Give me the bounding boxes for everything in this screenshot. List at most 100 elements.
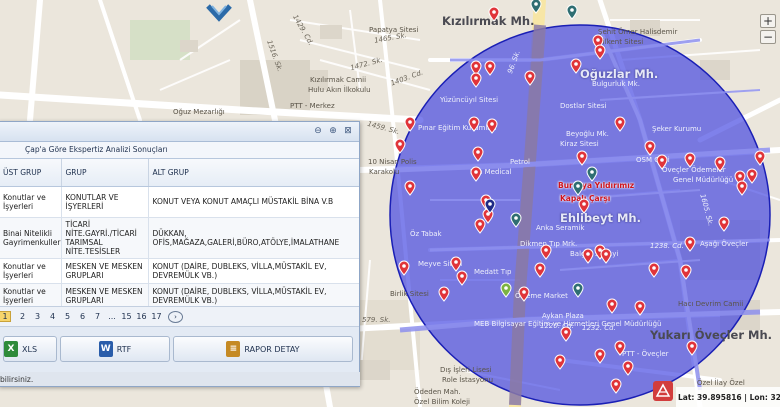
map-marker-icon[interactable] <box>578 198 590 214</box>
map-marker-icon[interactable] <box>468 116 480 132</box>
measure-tool-icon[interactable] <box>652 380 674 402</box>
cell-grup: KONUTLAR VE İŞYERLERİ <box>61 186 149 218</box>
map-marker-icon[interactable] <box>572 180 584 196</box>
map-marker-icon[interactable] <box>648 262 660 278</box>
page-17[interactable]: 17 <box>149 312 164 321</box>
map-marker-icon[interactable] <box>686 340 698 356</box>
report-detail-label: RAPOR DETAY <box>244 344 300 354</box>
map-marker-icon[interactable] <box>484 60 496 76</box>
map-marker-icon[interactable] <box>560 326 572 342</box>
next-page-icon[interactable]: › <box>168 310 183 323</box>
map-marker-icon[interactable] <box>510 212 522 228</box>
analysis-radius-circle <box>389 24 771 406</box>
map-marker-icon[interactable] <box>530 0 542 14</box>
page-7[interactable]: 7 <box>90 312 105 321</box>
map-marker-icon[interactable] <box>594 44 606 60</box>
coordinate-readout: Lat: 39.895816 | Lon: 32.120012 <box>676 387 780 407</box>
column-header-ust-grup[interactable]: ÜST GRUP <box>0 159 62 187</box>
zoom-out-button[interactable]: − <box>760 30 776 44</box>
export-rtf-button[interactable]: W RTF <box>60 336 170 362</box>
map-marker-icon[interactable] <box>540 244 552 260</box>
results-table-wrapper[interactable]: ÜST GRUP GRUP ALT GRUP Konutlar ve İşyer… <box>0 159 359 306</box>
column-header-alt-grup[interactable]: ALT GRUP <box>148 159 359 187</box>
map-marker-icon[interactable] <box>398 260 410 276</box>
map-zoom-control: + − <box>760 14 778 46</box>
map-marker-icon[interactable] <box>754 150 766 166</box>
zoom-in-button[interactable]: + <box>760 14 776 28</box>
map-marker-icon[interactable] <box>614 340 626 356</box>
map-marker-icon[interactable] <box>566 4 578 20</box>
map-marker-icon[interactable] <box>456 270 468 286</box>
map-marker-icon[interactable] <box>606 298 618 314</box>
map-marker-icon[interactable] <box>610 378 622 394</box>
page-6[interactable]: 6 <box>75 312 90 321</box>
table-row[interactable]: Konutlar ve İşyerleri MESKEN VE MESKEN G… <box>0 258 359 284</box>
table-row[interactable]: Konutlar ve İşyerleri KONUTLAR VE İŞYERL… <box>0 186 359 218</box>
table-row[interactable]: Konutlar ve İşyerleri MESKEN VE MESKEN G… <box>0 283 359 306</box>
map-marker-icon[interactable] <box>486 118 498 134</box>
cell-ust-grup: Konutlar ve İşyerleri <box>0 283 62 306</box>
map-marker-icon[interactable] <box>470 72 482 88</box>
map-marker-icon[interactable] <box>438 286 450 302</box>
analysis-results-panel: ⊖ ⊕ ⊠ Çap'a Göre Ekspertiz Analizi Sonuç… <box>0 121 360 387</box>
close-icon[interactable]: ⊠ <box>343 126 353 136</box>
map-marker-icon[interactable] <box>534 262 546 278</box>
map-marker-icon[interactable] <box>680 264 692 280</box>
page-2[interactable]: 2 <box>15 312 30 321</box>
map-marker-icon[interactable] <box>656 154 668 170</box>
word-icon: W <box>98 341 113 357</box>
map-marker-icon[interactable] <box>718 216 730 232</box>
cell-alt-grup: KONUT (DAİRE, DUBLEKS, VİLLA,MÜSTAKİL EV… <box>148 258 359 284</box>
map-marker-icon[interactable] <box>404 180 416 196</box>
map-marker-icon[interactable] <box>472 146 484 162</box>
map-marker-icon[interactable] <box>500 282 512 298</box>
report-icon: ≡ <box>226 341 241 357</box>
panel-titlebar[interactable]: ⊖ ⊕ ⊠ <box>0 122 359 142</box>
page-15[interactable]: 15 <box>119 312 134 321</box>
cell-grup: MESKEN VE MESKEN GRUPLARI <box>61 283 149 306</box>
panel-title: Çap'a Göre Ekspertiz Analizi Sonuçları <box>0 142 359 159</box>
map-marker-icon[interactable] <box>582 248 594 264</box>
pin-icon[interactable]: ⊕ <box>328 126 338 136</box>
cell-ust-grup: Konutlar ve İşyerleri <box>0 258 62 284</box>
map-marker-icon[interactable] <box>518 286 530 302</box>
export-xls-button[interactable]: X XLS <box>3 336 57 362</box>
map-marker-icon[interactable] <box>576 150 588 166</box>
map-marker-icon[interactable] <box>684 152 696 168</box>
map-marker-icon[interactable] <box>600 248 612 264</box>
map-marker-icon[interactable] <box>684 236 696 252</box>
results-table: ÜST GRUP GRUP ALT GRUP Konutlar ve İşyer… <box>0 159 359 306</box>
report-detail-button[interactable]: ≡ RAPOR DETAY <box>173 336 353 362</box>
map-marker-icon[interactable] <box>586 166 598 182</box>
map-marker-icon[interactable] <box>474 218 486 234</box>
table-row[interactable]: Binai Nitelikli Gayrimenkuller TİCARİ Nİ… <box>0 217 359 259</box>
map-marker-icon[interactable] <box>554 354 566 370</box>
map-marker-icon[interactable] <box>622 360 634 376</box>
map-marker-icon[interactable] <box>614 116 626 132</box>
export-rtf-label: RTF <box>116 344 132 354</box>
excel-icon: X <box>4 341 18 357</box>
map-marker-icon[interactable] <box>484 198 496 214</box>
map-marker-icon[interactable] <box>572 282 584 298</box>
page-4[interactable]: 4 <box>45 312 60 321</box>
map-marker-icon[interactable] <box>736 180 748 196</box>
page-3[interactable]: 3 <box>30 312 45 321</box>
map-marker-icon[interactable] <box>644 140 656 156</box>
map-marker-icon[interactable] <box>634 300 646 316</box>
map-marker-icon[interactable] <box>470 166 482 182</box>
page-1[interactable]: 1 <box>0 311 11 322</box>
cell-grup: MESKEN VE MESKEN GRUPLARI <box>61 258 149 284</box>
cell-grup: TİCARİ NİTE.GAYRİ./TİCARİ TARIMSAL NİTE.… <box>61 217 149 259</box>
map-marker-icon[interactable] <box>488 6 500 22</box>
map-marker-icon[interactable] <box>714 156 726 172</box>
page-16[interactable]: 16 <box>134 312 149 321</box>
map-marker-icon[interactable] <box>394 138 406 154</box>
page-5[interactable]: 5 <box>60 312 75 321</box>
cell-alt-grup: KONUT VEYA KONUT AMAÇLI MÜSTAKİL BİNA V.… <box>148 186 359 218</box>
map-marker-icon[interactable] <box>404 116 416 132</box>
map-marker-icon[interactable] <box>594 348 606 364</box>
map-marker-icon[interactable] <box>570 58 582 74</box>
map-marker-icon[interactable] <box>524 70 536 86</box>
minimize-icon[interactable]: ⊖ <box>313 126 323 136</box>
column-header-grup[interactable]: GRUP <box>61 159 149 187</box>
